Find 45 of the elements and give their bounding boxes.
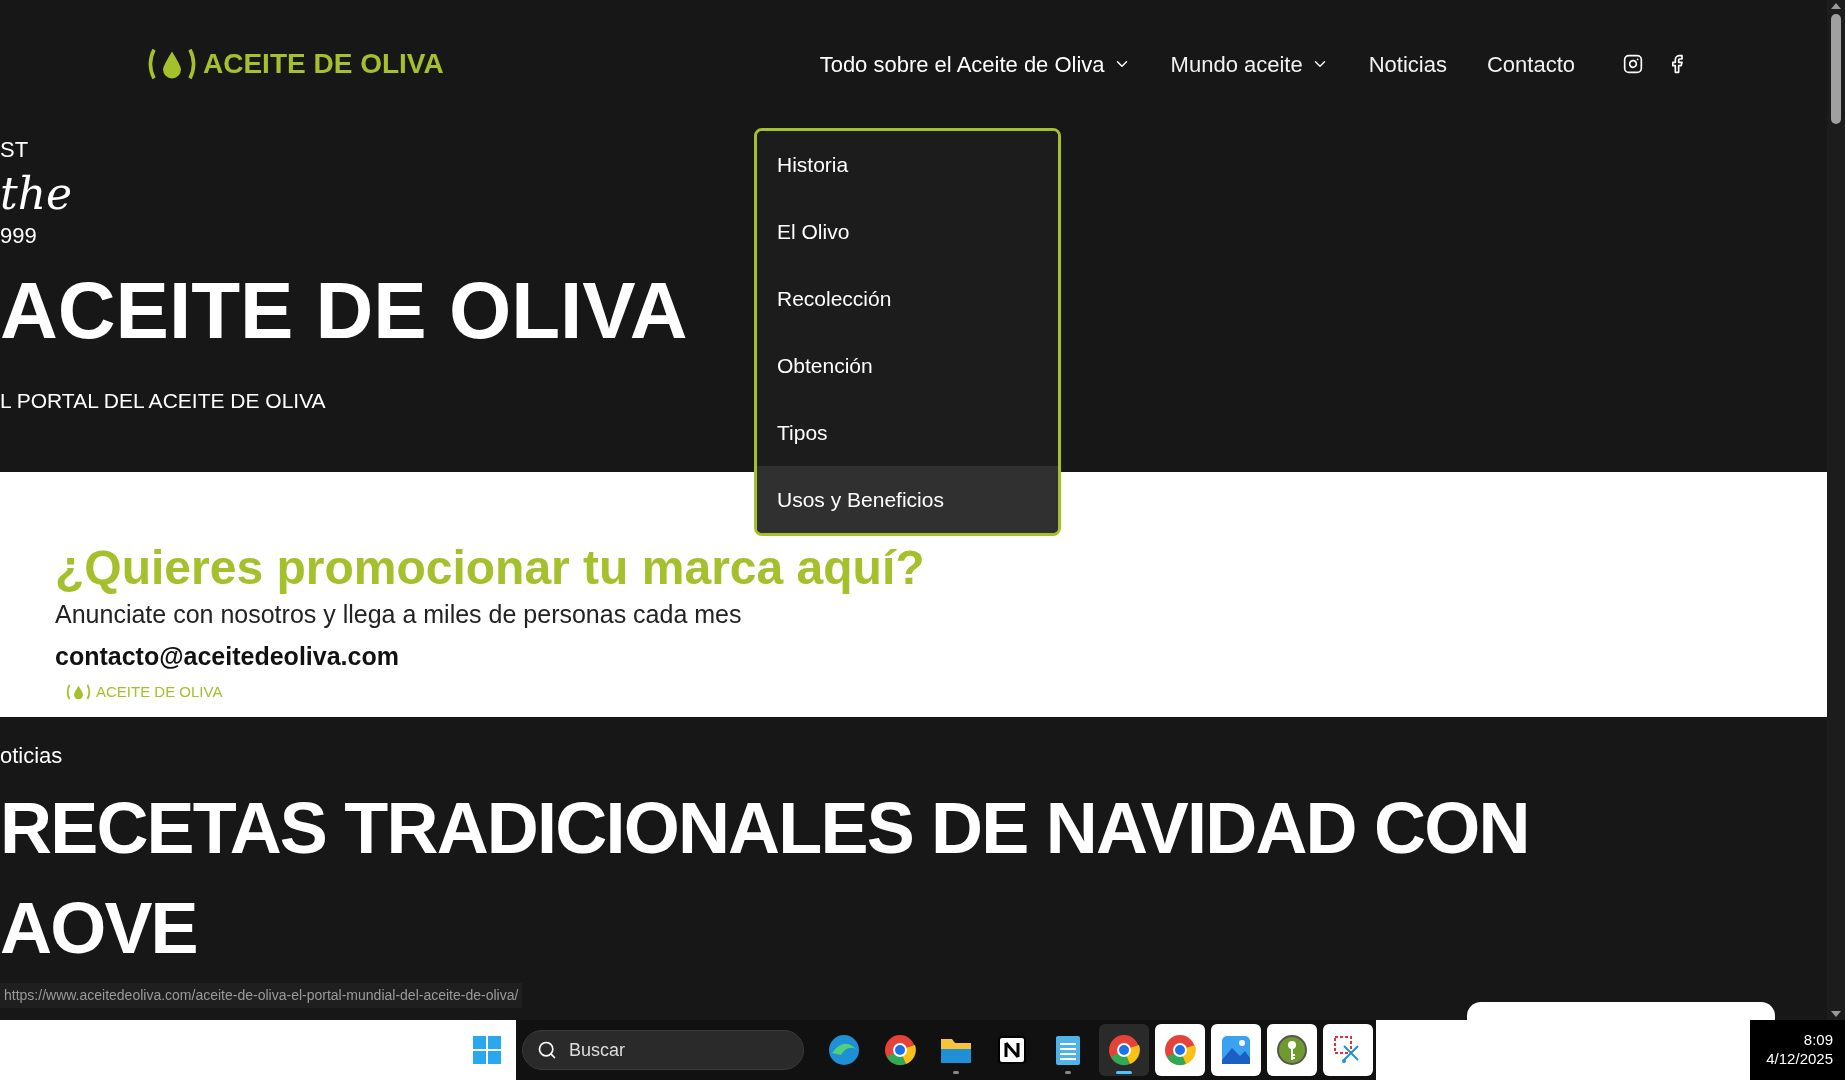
- category-text: oticias: [0, 742, 63, 770]
- taskbar-app[interactable]: [1267, 1024, 1317, 1076]
- taskbar-app[interactable]: [1099, 1024, 1149, 1076]
- nav-link[interactable]: Mundo aceite: [1170, 47, 1329, 81]
- taskbar-app[interactable]: [1211, 1024, 1261, 1076]
- nav-link[interactable]: Todo sobre el Aceite de Oliva: [819, 47, 1131, 81]
- logo-text[interactable]: ACEITE DE OLIVA: [203, 43, 444, 85]
- year-text: 999: [0, 221, 37, 249]
- ad-text: Anunciate con nosotros y llega a miles de personas cada mes: [55, 599, 742, 630]
- image-icon: [1220, 1034, 1252, 1066]
- browser-circle-icon: [1163, 1033, 1197, 1067]
- scrollbar[interactable]: [1827, 0, 1845, 1020]
- notebook-icon: [997, 1035, 1027, 1065]
- nav-link[interactable]: Noticias: [1368, 47, 1447, 81]
- browser-circle-icon: [1107, 1033, 1141, 1067]
- ad-headline: ¿Quieres promocionar tu marca aquí?: [55, 544, 925, 592]
- instagram-icon[interactable]: [1623, 54, 1643, 74]
- search-field[interactable]: Buscar: [522, 1030, 804, 1070]
- start-icon[interactable]: [472, 1035, 502, 1065]
- dropdown-item[interactable]: Usos y Beneficios: [757, 466, 1058, 533]
- logo-icon: [65, 683, 92, 702]
- ad-email: contacto@aceitedeoliva.com: [55, 640, 399, 672]
- search-icon: [537, 1040, 557, 1060]
- status-bar: https://www.aceitedeoliva.com/aceite-de-oliva-el-portal-mundial-del-aceite-de-oliva/: [0, 983, 523, 1008]
- browser-wave-icon: [827, 1033, 861, 1067]
- running-indicator: [1116, 1071, 1132, 1074]
- browser-circle-icon: [883, 1033, 917, 1067]
- clock[interactable]: 8:09 4/12/2025: [1750, 1020, 1845, 1080]
- script-text: the: [0, 171, 73, 216]
- hero-subtitle: L PORTAL DEL ACEITE DE OLIVA: [0, 388, 326, 414]
- search-placeholder: Buscar: [569, 1038, 626, 1062]
- clock-date: 4/12/2025: [1766, 1050, 1833, 1069]
- eyebrow-text: ST: [0, 136, 29, 164]
- hero-title: ACEITE DE OLIVA: [0, 271, 688, 351]
- nav-link[interactable]: Contacto: [1486, 47, 1575, 81]
- key-icon: [1276, 1034, 1308, 1066]
- ad-logo-text: ACEITE DE OLIVA: [96, 682, 223, 702]
- scroll-down-icon[interactable]: [1830, 1010, 1842, 1018]
- scroll-up-icon[interactable]: [1830, 2, 1842, 10]
- running-indicator: [1065, 1071, 1071, 1074]
- clock-time: 8:09: [1803, 1031, 1833, 1050]
- scroll-thumb[interactable]: [1831, 14, 1841, 124]
- news-headline: RECETAS TRADICIONALES DE NAVIDAD CON AOVE: [0, 787, 1530, 970]
- notepad-icon: [1054, 1033, 1082, 1067]
- running-indicator: [953, 1071, 959, 1074]
